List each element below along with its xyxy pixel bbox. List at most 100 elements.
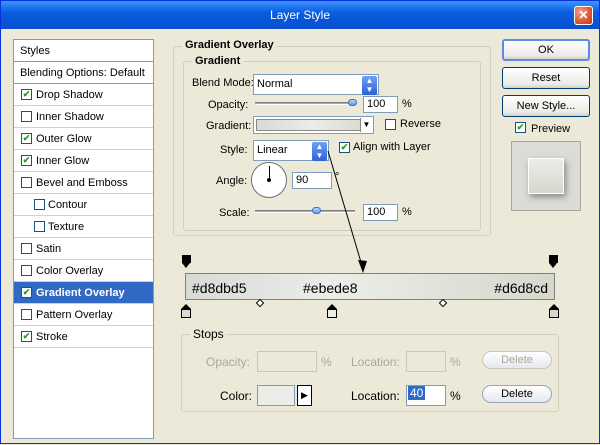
opacity-input[interactable]: 100 xyxy=(363,96,398,113)
scale-slider-thumb[interactable] xyxy=(312,207,321,214)
new-style-button[interactable]: New Style... xyxy=(502,95,590,117)
chevron-updown-icon: ▲ ▼ xyxy=(312,142,327,161)
title-bar[interactable]: Layer Style ✕ xyxy=(1,1,599,29)
stops-title: Stops xyxy=(190,327,227,341)
style-select[interactable]: Linear ▲ ▼ xyxy=(253,140,329,161)
style-item-pattern-overlay[interactable]: Pattern Overlay xyxy=(14,304,153,326)
stop-color-swatch[interactable] xyxy=(257,385,295,406)
style-item-contour[interactable]: Contour xyxy=(14,194,153,216)
preview-swatch xyxy=(528,158,564,194)
blend-mode-select[interactable]: Normal ▲ ▼ xyxy=(253,74,379,95)
styles-list: Styles Blending Options: Default ✔ Drop Sha… xyxy=(13,39,154,439)
chevron-updown-icon: ▲ ▼ xyxy=(362,76,377,95)
stop-opacity-label: Opacity: xyxy=(206,355,251,369)
stop-opacity-input xyxy=(257,351,317,372)
style-item-label: Outer Glow xyxy=(36,133,92,145)
color-stop-left[interactable] xyxy=(181,304,191,318)
style-checkbox[interactable] xyxy=(34,221,45,232)
style-item-label: Blending Options: Default xyxy=(20,67,145,79)
gradient-bar[interactable]: #d8dbd5 #ebede8 #d6d8cd xyxy=(185,273,555,300)
stop-location-input[interactable]: 40 xyxy=(406,385,446,406)
stop-location-value: 40 xyxy=(408,386,426,400)
opacity-stop-right[interactable] xyxy=(549,255,558,270)
style-item-texture[interactable]: Texture xyxy=(14,216,153,238)
color-stop-right[interactable] xyxy=(549,304,559,318)
delete-color-stop-button[interactable]: Delete xyxy=(482,385,552,403)
opacity-slider-thumb[interactable] xyxy=(348,99,357,106)
style-item-drop-shadow[interactable]: ✔ Drop Shadow xyxy=(14,84,153,106)
angle-dial-center xyxy=(267,178,271,182)
style-checkbox[interactable] xyxy=(21,111,32,122)
color-picker-arrow-icon[interactable]: ▶ xyxy=(297,385,312,406)
color-stop-mid[interactable] xyxy=(327,304,337,318)
style-checkbox[interactable] xyxy=(21,243,32,254)
midpoint-diamond-left[interactable] xyxy=(255,298,265,308)
style-value: Linear xyxy=(257,144,288,156)
style-checkbox[interactable]: ✔ xyxy=(21,331,32,342)
style-checkbox[interactable] xyxy=(21,309,32,320)
opacity-slider[interactable] xyxy=(255,102,355,105)
style-item-inner-glow[interactable]: ✔ Inner Glow xyxy=(14,150,153,172)
scale-percent: % xyxy=(402,206,412,218)
preview-thumbnail xyxy=(511,141,581,211)
reset-button[interactable]: Reset xyxy=(502,67,590,89)
dropdown-arrow-icon: ▼ xyxy=(360,118,372,132)
style-item-gradient-overlay[interactable]: ✔ Gradient Overlay xyxy=(14,282,153,304)
midpoint-diamond-right[interactable] xyxy=(438,298,448,308)
gradient-picker[interactable]: ▼ xyxy=(253,116,374,134)
scale-label: Scale: xyxy=(219,207,250,219)
style-item-label: Pattern Overlay xyxy=(36,309,113,321)
window-title: Layer Style xyxy=(269,8,331,22)
style-item-label: Texture xyxy=(48,221,85,233)
style-item-color-overlay[interactable]: Color Overlay xyxy=(14,260,153,282)
angle-label: Angle: xyxy=(216,175,248,187)
opacity-label: Opacity: xyxy=(208,99,249,111)
style-checkbox[interactable]: ✔ xyxy=(21,89,32,100)
scale-slider[interactable] xyxy=(255,210,355,213)
degree-symbol: ° xyxy=(335,171,340,183)
scale-input[interactable]: 100 xyxy=(363,204,398,221)
section-title: Gradient Overlay xyxy=(182,39,277,51)
reverse-label: Reverse xyxy=(400,118,441,130)
preview-label: Preview xyxy=(531,123,571,135)
style-item-label: Gradient Overlay xyxy=(36,287,125,299)
stop-color-left: #d8dbd5 xyxy=(192,280,247,296)
style-item-label: Drop Shadow xyxy=(36,89,103,101)
stop-color-mid: #ebede8 xyxy=(303,280,358,296)
style-checkbox[interactable]: ✔ xyxy=(21,133,32,144)
blend-mode-value: Normal xyxy=(257,78,293,90)
angle-input[interactable]: 90 xyxy=(292,172,332,189)
style-checkbox[interactable]: ✔ xyxy=(21,287,32,298)
style-item-label: Stroke xyxy=(36,331,68,343)
reverse-checkbox[interactable] xyxy=(385,119,396,130)
style-item-label: Contour xyxy=(48,199,88,211)
style-checkbox[interactable]: ✔ xyxy=(21,155,32,166)
style-checkbox[interactable] xyxy=(21,265,32,276)
style-label: Style: xyxy=(220,144,248,156)
stop-color-label: Color: xyxy=(220,389,253,403)
style-item-blending-options-default[interactable]: Blending Options: Default xyxy=(14,62,153,84)
style-checkbox[interactable] xyxy=(21,177,32,188)
style-item-label: Bevel and Emboss xyxy=(36,177,128,189)
preview-checkbox[interactable]: ✔ xyxy=(515,122,526,133)
layer-style-dialog: Layer Style ✕ Styles Blending Options: De… xyxy=(0,0,600,444)
stop-location-label: Location: xyxy=(351,389,400,403)
gradient-swatch xyxy=(256,119,371,131)
gradient-group-title: Gradient xyxy=(192,55,244,67)
style-item-label: Inner Glow xyxy=(36,155,90,167)
style-item-bevel-and-emboss[interactable]: Bevel and Emboss xyxy=(14,172,153,194)
style-checkbox[interactable] xyxy=(34,199,45,210)
style-item-stroke[interactable]: ✔ Stroke xyxy=(14,326,153,348)
ok-button[interactable]: OK xyxy=(502,39,590,61)
stop-opacity-location-input xyxy=(406,351,446,372)
align-with-layer-label: Align with Layer xyxy=(353,141,431,153)
align-with-layer-checkbox[interactable]: ✔ xyxy=(339,142,350,153)
style-item-styles[interactable]: Styles xyxy=(14,40,153,62)
style-item-outer-glow[interactable]: ✔ Outer Glow xyxy=(14,128,153,150)
opacity-stop-left[interactable] xyxy=(182,255,191,270)
style-item-inner-shadow[interactable]: Inner Shadow xyxy=(14,106,153,128)
angle-dial[interactable] xyxy=(251,162,287,198)
style-item-satin[interactable]: Satin xyxy=(14,238,153,260)
close-icon[interactable]: ✕ xyxy=(574,6,593,25)
delete-opacity-stop-button: Delete xyxy=(482,351,552,369)
